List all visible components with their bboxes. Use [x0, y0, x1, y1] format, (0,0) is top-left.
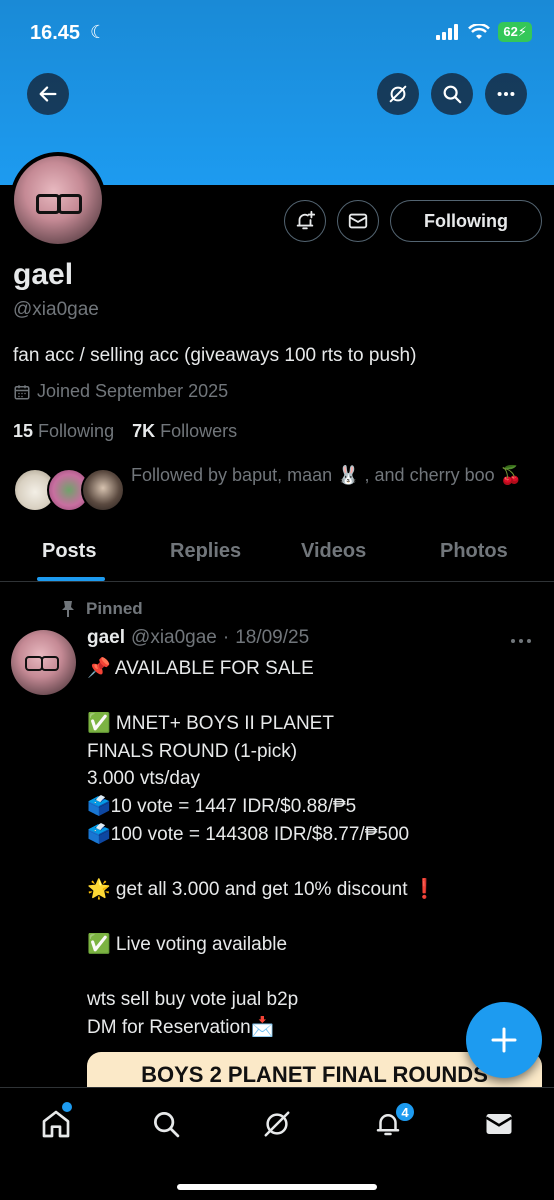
profile-handle: @xia0gae [13, 299, 99, 320]
profile-name: gael [13, 258, 74, 291]
wifi-icon [468, 24, 491, 39]
notifications-badge: 4 [395, 1102, 415, 1122]
pinned-text: Pinned [86, 599, 143, 618]
followed-by-text[interactable]: Followed by baput, maan 🐰 , and cherry b… [131, 462, 531, 488]
post-date[interactable]: 18/09/25 [235, 627, 309, 649]
bottom-nav: 4 [0, 1087, 554, 1200]
profile-avatar[interactable] [10, 152, 106, 248]
back-arrow-icon [39, 86, 57, 102]
mail-icon [348, 213, 368, 229]
card-title: BOYS 2 PLANET FINAL ROUNDS [141, 1062, 488, 1087]
tab-videos[interactable]: Videos [301, 540, 366, 563]
active-tab-indicator [37, 577, 105, 581]
grok-button[interactable] [377, 73, 419, 115]
grok-icon [389, 85, 407, 103]
nav-grok[interactable] [257, 1104, 297, 1144]
post-line: 🌟 get all 3.000 and get 10% discount ❗ [87, 878, 437, 900]
calendar-icon [14, 384, 30, 399]
post-line: ✅ MNET+ BOYS II PLANET [87, 713, 334, 735]
more-dots-icon [511, 639, 531, 643]
message-button[interactable] [337, 200, 379, 242]
post-author-handle[interactable]: @xia0gae [131, 627, 217, 649]
search-icon [443, 85, 462, 104]
avatar-glasses [25, 656, 59, 671]
nav-messages[interactable] [479, 1104, 519, 1144]
signal-icon [436, 24, 459, 40]
post-text: 📌 AVAILABLE FOR SALE ✅ MNET+ BOYS II PLA… [87, 655, 537, 1041]
post-line: FINALS ROUND (1-pick) [87, 740, 298, 762]
post-line: ✅ Live voting available [87, 933, 288, 955]
tab-photos[interactable]: Photos [440, 540, 508, 563]
grok-icon [264, 1111, 290, 1137]
tab-replies[interactable]: Replies [170, 540, 241, 563]
follow-counts: 15 Following 7K Followers [13, 421, 237, 442]
post-line: 📌 AVAILABLE FOR SALE [87, 658, 314, 679]
post-line [87, 848, 537, 876]
post-separator: · [222, 627, 230, 648]
post-author-name[interactable]: gael [87, 627, 125, 649]
post-author-avatar[interactable] [11, 630, 76, 695]
status-time: 16.45 [30, 22, 81, 44]
search-button[interactable] [431, 73, 473, 115]
more-options-button[interactable] [485, 73, 527, 115]
joined-date: Joined September 2025 [13, 381, 228, 402]
notify-button[interactable] [284, 200, 326, 242]
bell-plus-icon [296, 210, 316, 230]
moon-icon: ☾ [90, 22, 107, 42]
post-line: 🗳️10 vote = 1447 IDR/$0.88/₱5 [87, 795, 357, 817]
home-icon [42, 1110, 70, 1138]
profile-bio: fan acc / selling acc (giveaways 100 rts… [13, 345, 417, 366]
plus-icon [491, 1027, 517, 1053]
pinned-label: Pinned [60, 599, 143, 619]
search-icon [154, 1112, 180, 1138]
post-line [87, 683, 537, 711]
pin-icon [62, 601, 74, 617]
mail-icon [485, 1114, 513, 1134]
home-indicator [177, 1184, 377, 1190]
following-count-link[interactable]: 15 Following [13, 421, 114, 442]
post-line: 🗳️100 vote = 144308 IDR/$8.77/₱500 [87, 823, 410, 845]
battery-indicator: 62⚡ [498, 22, 532, 42]
post-line [87, 903, 537, 931]
followed-by-avatars[interactable] [13, 468, 125, 514]
following-button[interactable]: Following [390, 200, 542, 242]
post-line: 3.000 vts/day [87, 768, 201, 790]
follower-avatar [81, 468, 125, 512]
more-dots-icon [497, 91, 515, 97]
home-badge-dot [62, 1102, 72, 1112]
joined-text: Joined September 2025 [37, 381, 229, 401]
profile-tabs: Posts Replies Videos Photos [0, 528, 554, 582]
post-line [87, 959, 537, 987]
nav-search[interactable] [146, 1104, 186, 1144]
post-header: gael @xia0gae · 18/09/25 [87, 627, 309, 649]
followers-count-link[interactable]: 7K Followers [132, 421, 237, 442]
status-indicators: 62⚡ [436, 22, 532, 42]
back-button[interactable] [27, 73, 69, 115]
post-more-button[interactable] [510, 628, 532, 651]
post-line: wts sell buy vote jual b2p [87, 989, 299, 1011]
avatar-glasses [36, 194, 82, 214]
compose-button[interactable] [466, 1002, 542, 1078]
tab-posts[interactable]: Posts [42, 540, 96, 563]
